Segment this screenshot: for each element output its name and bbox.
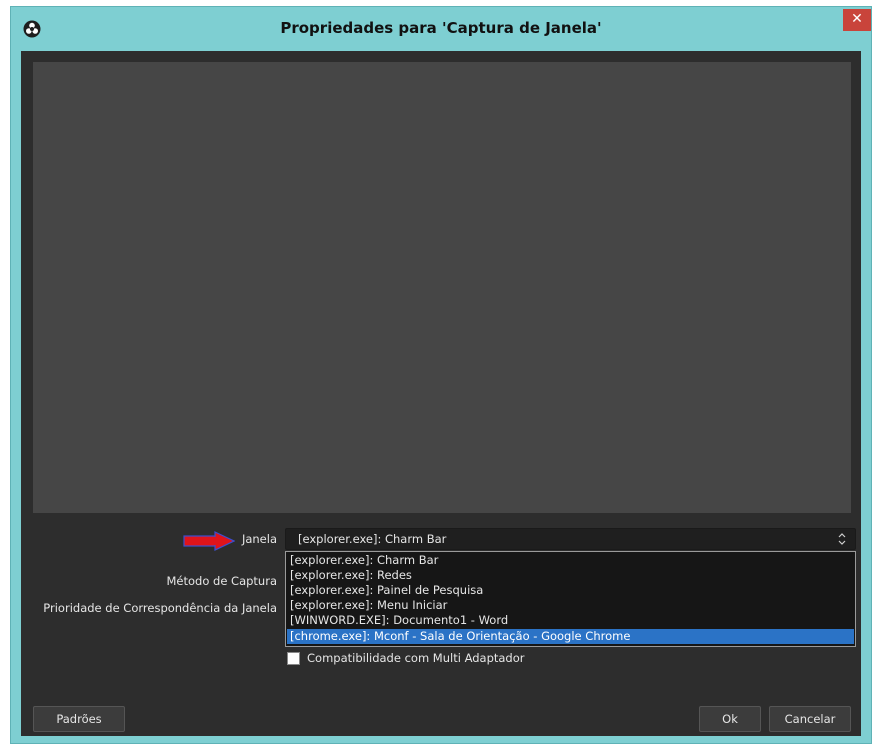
capture-method-label: Método de Captura (166, 574, 277, 588)
cancel-button[interactable]: Cancelar (769, 706, 851, 732)
window-match-priority-label: Prioridade de Correspondência da Janela (43, 601, 277, 615)
janela-label: Janela (241, 532, 277, 546)
multi-adapter-label: Compatibilidade com Multi Adaptador (307, 651, 525, 665)
capture-preview (33, 62, 851, 513)
window-select[interactable]: [explorer.exe]: Charm Bar (285, 528, 856, 550)
multi-adapter-checkbox[interactable] (287, 652, 300, 665)
dialog-body: Janela Método de Captura Prioridade de C… (21, 51, 861, 736)
defaults-button[interactable]: Padrões (33, 706, 125, 732)
dropdown-option[interactable]: [WINWORD.EXE]: Documento1 - Word (287, 613, 854, 628)
dropdown-option[interactable]: [explorer.exe]: Painel de Pesquisa (287, 583, 854, 598)
chevron-updown-icon (838, 533, 846, 545)
dropdown-option[interactable]: [explorer.exe]: Redes (287, 568, 854, 583)
properties-window: Propriedades para 'Captura de Janela' ✕ … (10, 6, 872, 744)
red-arrow-icon (183, 531, 235, 551)
dropdown-option-selected[interactable]: [chrome.exe]: Mconf - Sala de Orientação… (287, 629, 854, 644)
window-select-value: [explorer.exe]: Charm Bar (298, 532, 447, 546)
ok-button[interactable]: Ok (699, 706, 761, 732)
close-button[interactable]: ✕ (843, 9, 871, 31)
dropdown-option[interactable]: [explorer.exe]: Charm Bar (287, 553, 854, 568)
title-bar[interactable]: Propriedades para 'Captura de Janela' ✕ (11, 7, 871, 51)
close-icon: ✕ (851, 11, 863, 27)
window-title: Propriedades para 'Captura de Janela' (280, 19, 602, 37)
window-dropdown-list[interactable]: [explorer.exe]: Charm Bar [explorer.exe]… (285, 551, 856, 647)
dropdown-option[interactable]: [explorer.exe]: Menu Iniciar (287, 598, 854, 613)
